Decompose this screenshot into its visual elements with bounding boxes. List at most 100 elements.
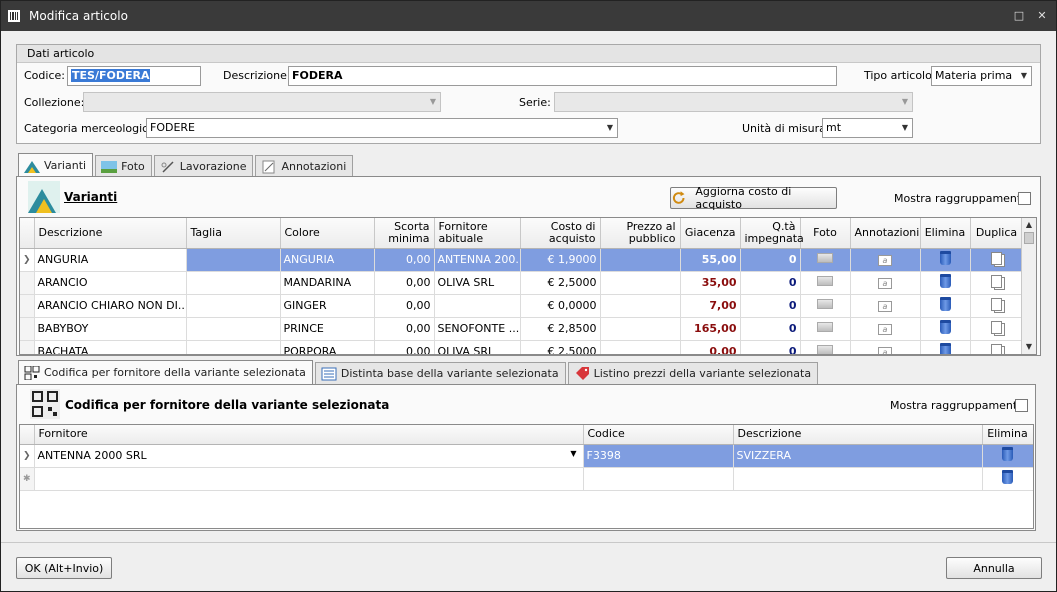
cell-foto[interactable] [800, 248, 851, 272]
tab-distinta-base[interactable]: Distinta base della variante selezionata [314, 362, 566, 384]
mostra-raggruppamento-checkbox[interactable] [1018, 192, 1031, 205]
cell-elimina[interactable] [920, 340, 971, 354]
cell-prezzo[interactable] [600, 294, 681, 318]
col-taglia[interactable]: Taglia [186, 218, 281, 249]
cell-costo[interactable]: € 0,0000 [520, 294, 601, 318]
col-annotazioni[interactable]: Annotazioni [850, 218, 921, 249]
cell-descrizione[interactable]: BABYBOY [34, 317, 187, 341]
cell-elimina[interactable] [982, 444, 1033, 468]
cell-colore[interactable]: MANDARINA [280, 271, 375, 295]
tipo-articolo-select[interactable]: Materia prima ▼ [931, 66, 1032, 86]
cell-colore[interactable]: PRINCE [280, 317, 375, 341]
cell-fornitore[interactable]: ANTENNA 2000 SRL ▼ [34, 444, 584, 468]
col-elimina[interactable]: Elimina [920, 218, 971, 249]
col-elimina[interactable]: Elimina [982, 425, 1033, 445]
cell-qta[interactable]: 0 [740, 248, 801, 272]
varianti-scrollbar[interactable]: ▲ ▼ [1021, 218, 1036, 354]
scroll-up-icon[interactable]: ▲ [1022, 218, 1036, 232]
col-qta-impegnata[interactable]: Q.tà impegnata [740, 218, 804, 249]
cell-fornitore[interactable]: OLIVA SRL [434, 271, 521, 295]
cancel-button[interactable]: Annulla [946, 557, 1042, 579]
maximize-button[interactable]: □ [1012, 9, 1026, 23]
cell-descrizione[interactable]: SVIZZERA [733, 444, 983, 468]
cell-costo[interactable]: € 2,5000 [520, 340, 601, 354]
tab-foto[interactable]: Foto [95, 155, 152, 177]
col-codice[interactable]: Codice [583, 425, 734, 445]
cell-codice[interactable]: F3398 [583, 444, 734, 468]
cell-prezzo[interactable] [600, 340, 681, 354]
cell-annotazioni[interactable]: a [850, 294, 921, 318]
cell-prezzo[interactable] [600, 271, 681, 295]
cell-costo[interactable]: € 1,9000 [520, 248, 601, 272]
cell-scorta[interactable]: 0,00 [374, 294, 435, 318]
cell-costo[interactable]: € 2,5000 [520, 271, 601, 295]
categoria-select[interactable]: FODERE ▼ [146, 118, 618, 138]
cell-qta[interactable]: 0 [740, 317, 801, 341]
cell-scorta[interactable]: 0,00 [374, 248, 435, 272]
codice-input[interactable]: TES/FODERA [67, 66, 201, 86]
cell-duplica[interactable] [970, 340, 1024, 354]
descrizione-input[interactable]: FODERA [288, 66, 837, 86]
cell-colore[interactable]: GINGER [280, 294, 375, 318]
cell-qta[interactable]: 0 [740, 271, 801, 295]
cell-scorta[interactable]: 0,00 [374, 317, 435, 341]
cell-codice-new[interactable] [583, 467, 734, 491]
cell-foto[interactable] [800, 340, 851, 354]
cell-duplica[interactable] [970, 317, 1024, 341]
cell-qta[interactable]: 0 [740, 294, 801, 318]
col-costo-acquisto[interactable]: Costo di acquisto [520, 218, 601, 249]
cell-fornitore[interactable] [434, 294, 521, 318]
new-row[interactable]: ✱ [20, 467, 1033, 491]
close-button[interactable]: ✕ [1035, 9, 1049, 23]
cell-giacenza[interactable]: 55,00 [680, 248, 741, 272]
tab-varianti[interactable]: Varianti [18, 153, 94, 177]
cell-annotazioni[interactable]: a [850, 248, 921, 272]
collezione-select[interactable]: ▼ [83, 92, 441, 112]
cell-giacenza[interactable]: 35,00 [680, 271, 741, 295]
cell-giacenza[interactable]: 165,00 [680, 317, 741, 341]
cell-elimina-new[interactable] [982, 467, 1033, 491]
tab-listino-prezzi[interactable]: Listino prezzi della variante selezionat… [567, 362, 819, 384]
col-giacenza[interactable]: Giacenza [680, 218, 741, 249]
cell-elimina[interactable] [920, 271, 971, 295]
cell-descrizione[interactable]: ANGURIA [34, 248, 187, 272]
scroll-thumb[interactable] [1024, 232, 1034, 244]
cell-fornitore[interactable]: SENOFONTE ... [434, 317, 521, 341]
tab-annotazioni[interactable]: Annotazioni [255, 155, 354, 177]
col-prezzo-pubblico[interactable]: Prezzo al pubblico [600, 218, 681, 249]
cell-descrizione[interactable]: ARANCIO [34, 271, 187, 295]
cell-annotazioni[interactable]: a [850, 271, 921, 295]
col-fornitore[interactable]: Fornitore [34, 425, 584, 445]
cell-descrizione[interactable]: BACHATA [34, 340, 187, 354]
cell-giacenza[interactable]: 0,00 [680, 340, 741, 354]
cell-taglia[interactable] [186, 271, 281, 295]
col-colore[interactable]: Colore [280, 218, 375, 249]
cell-scorta[interactable]: 0,00 [374, 271, 435, 295]
table-row[interactable]: ARANCIO CHIARO NON DI... GINGER 0,00 € 0… [20, 294, 1024, 318]
cell-fornitore[interactable]: OLIVA SRL [434, 340, 521, 354]
cell-elimina[interactable] [920, 317, 971, 341]
table-row[interactable]: BACHATA PORPORA 0,00 OLIVA SRL € 2,5000 … [20, 340, 1024, 354]
table-row[interactable]: ARANCIO MANDARINA 0,00 OLIVA SRL € 2,500… [20, 271, 1024, 295]
cell-duplica[interactable] [970, 271, 1024, 295]
col-descrizione[interactable]: Descrizione [733, 425, 983, 445]
cell-fornitore[interactable]: ANTENNA 200... [434, 248, 521, 272]
col-fornitore-abituale[interactable]: Fornitore abituale [434, 218, 521, 249]
cell-duplica[interactable] [970, 248, 1024, 272]
cell-costo[interactable]: € 2,8500 [520, 317, 601, 341]
scroll-down-icon[interactable]: ▼ [1022, 340, 1036, 354]
cell-elimina[interactable] [920, 294, 971, 318]
serie-select[interactable]: ▼ [554, 92, 913, 112]
table-row[interactable]: ❯ ANGURIA ANGURIA 0,00 ANTENNA 200... € … [20, 248, 1024, 272]
cell-colore[interactable]: PORPORA [280, 340, 375, 354]
chevron-down-icon[interactable]: ▼ [570, 449, 576, 458]
cell-foto[interactable] [800, 294, 851, 318]
col-descrizione[interactable]: Descrizione [34, 218, 187, 249]
table-row[interactable]: ❯ ANTENNA 2000 SRL ▼ F3398 SVIZZERA [20, 444, 1033, 468]
aggiorna-costo-button[interactable]: Aggiorna costo di acquisto [670, 185, 837, 211]
cell-scorta[interactable]: 0,00 [374, 340, 435, 354]
cell-prezzo[interactable] [600, 317, 681, 341]
cell-fornitore-new[interactable] [34, 467, 584, 491]
cell-taglia[interactable] [186, 294, 281, 318]
cell-duplica[interactable] [970, 294, 1024, 318]
